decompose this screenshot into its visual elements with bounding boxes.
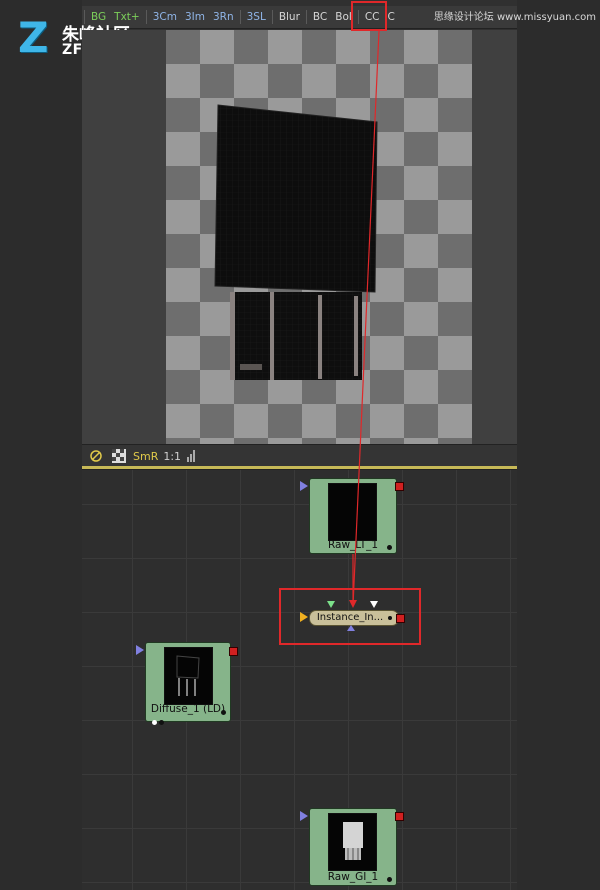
node-status-dot: [221, 710, 226, 715]
highlight-box-instance: [279, 588, 421, 645]
node-status-dot: [387, 877, 392, 882]
levels-icon[interactable]: [187, 450, 197, 462]
node-input-port[interactable]: [300, 481, 308, 491]
left-panel: [0, 0, 82, 890]
zoom-level[interactable]: 1:1: [163, 450, 181, 463]
image-viewer[interactable]: [82, 30, 517, 444]
node-input-port[interactable]: [136, 645, 144, 655]
node-label: Diffuse_1 (LD): [150, 703, 226, 715]
raw-gi-preview-icon: [343, 822, 363, 860]
highlight-box-bol: [351, 1, 387, 31]
node-raw-lt[interactable]: Raw_LT_1: [309, 478, 397, 554]
toolbar-separator: [271, 10, 273, 24]
lock-icon[interactable]: [87, 447, 105, 465]
viewer-control-bar: SmR 1:1: [82, 444, 517, 467]
node-label: Raw_GI_1: [327, 871, 379, 883]
node-cache-dot: [152, 720, 157, 725]
checker-icon[interactable]: [110, 447, 128, 465]
toolbar-button-3sl[interactable]: 3SL: [243, 6, 270, 28]
node-thumbnail: [164, 647, 213, 705]
toolbar-separator: [239, 10, 241, 24]
diffuse-preview-icon: [176, 655, 200, 696]
smr-toggle[interactable]: SmR: [133, 450, 158, 463]
node-label: Raw_LT_1: [327, 539, 379, 551]
node-output-port[interactable]: [229, 647, 238, 656]
toolbar-button-bc[interactable]: BC: [309, 6, 331, 28]
right-panel: [517, 0, 600, 890]
node-thumbnail: [328, 813, 377, 871]
watermark-text: 思缘设计论坛 www.missyuan.com: [433, 12, 596, 23]
logo-mark: Z: [18, 13, 49, 62]
toolbar-button-3im[interactable]: 3Im: [181, 6, 209, 28]
node-raw-gi[interactable]: Raw_GI_1: [309, 808, 397, 886]
toolbar-button-3rn[interactable]: 3Rn: [209, 6, 238, 28]
toolbar-separator: [305, 10, 307, 24]
node-output-port[interactable]: [395, 482, 404, 491]
node-input-port[interactable]: [300, 811, 308, 821]
toolbar-button-blur[interactable]: Blur: [275, 6, 304, 28]
node-thumbnail: [328, 483, 377, 541]
node-status-dot: [387, 545, 392, 550]
node-output-port[interactable]: [395, 812, 404, 821]
node-diffuse[interactable]: Diffuse_1 (LD): [145, 642, 231, 725]
node-status-dot: [159, 720, 164, 725]
building-render: [214, 104, 378, 380]
toolbar-button-3cm[interactable]: 3Cm: [149, 6, 181, 28]
